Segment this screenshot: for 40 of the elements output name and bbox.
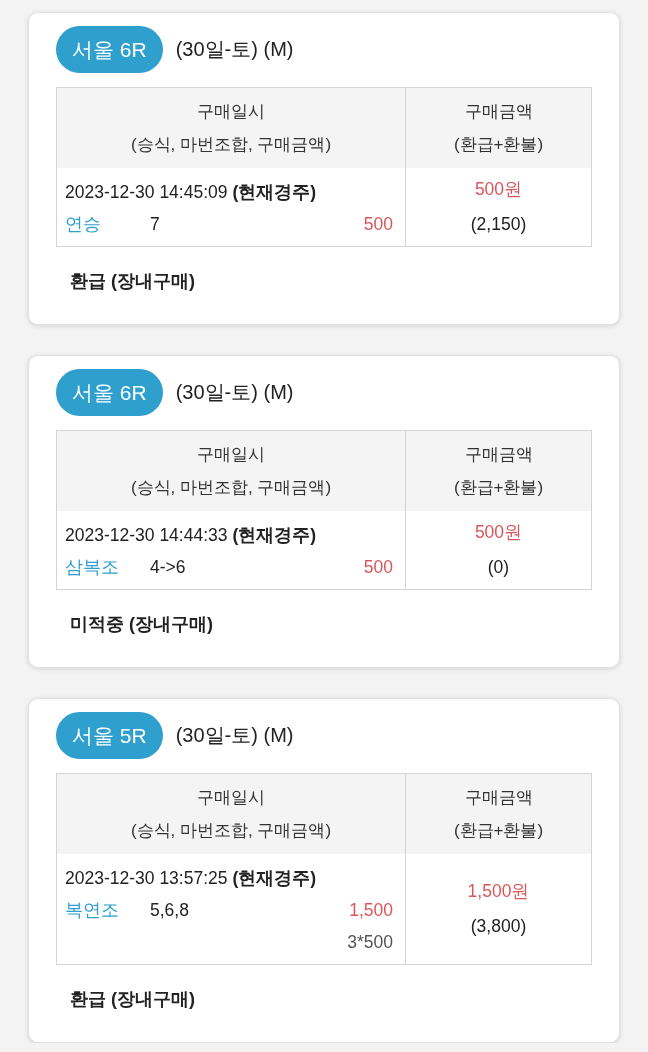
- purchase-time-text: 2023-12-30 14:44:33 (현재경주): [65, 524, 317, 547]
- bet-amount-text: 1,500: [349, 899, 393, 922]
- bet-type-text: 연승: [65, 213, 102, 236]
- combination-text: 4->6: [150, 556, 186, 579]
- payout-text: (0): [487, 556, 510, 579]
- combination-text: 5,6,8: [150, 899, 189, 922]
- race-badge: 서울 6R: [56, 369, 163, 416]
- column-subtitle: (승식, 마번조합, 구매금액): [130, 820, 332, 842]
- column-title: 구매일시: [197, 101, 265, 123]
- bet-amount-text: 500: [363, 213, 393, 236]
- total-amount-text: 1,500원: [467, 880, 530, 903]
- column-title: 구매일시: [197, 787, 265, 809]
- column-subtitle: (환급+환불): [453, 477, 544, 499]
- bet-type-text: 복연조: [65, 899, 120, 922]
- column-title: 구매일시: [197, 444, 265, 466]
- race-date-text: (30일-토) (M): [175, 723, 294, 748]
- bet-breakdown-text: 3*500: [347, 931, 393, 954]
- race-badge: 서울 6R: [56, 26, 163, 73]
- race-date-text: (30일-토) (M): [175, 37, 294, 62]
- column-subtitle: (승식, 마번조합, 구매금액): [130, 477, 332, 499]
- purchase-time-text: 2023-12-30 14:45:09 (현재경주): [65, 181, 317, 204]
- column-title: 구매금액: [464, 101, 533, 123]
- status-text: 환급 (장내구매): [70, 271, 195, 291]
- status-text: 미적중 (장내구매): [70, 614, 213, 634]
- race-date-text: (30일-토) (M): [175, 380, 294, 405]
- column-title: 구매금액: [464, 787, 533, 809]
- payout-text: (2,150): [470, 213, 527, 236]
- total-amount-text: 500원: [474, 178, 523, 201]
- combination-text: 7: [150, 213, 160, 236]
- status-text: 환급 (장내구매): [70, 989, 195, 1009]
- bet-type-text: 삼복조: [65, 556, 120, 579]
- column-subtitle: (환급+환불): [453, 820, 544, 842]
- total-amount-text: 500원: [474, 521, 523, 544]
- purchase-time-text: 2023-12-30 13:57:25 (현재경주): [65, 867, 317, 890]
- column-subtitle: (승식, 마번조합, 구매금액): [130, 134, 332, 156]
- payout-text: (3,800): [470, 915, 527, 938]
- race-badge: 서울 5R: [56, 712, 163, 759]
- bet-amount-text: 500: [363, 556, 393, 579]
- column-title: 구매금액: [464, 444, 533, 466]
- column-subtitle: (환급+환불): [453, 134, 544, 156]
